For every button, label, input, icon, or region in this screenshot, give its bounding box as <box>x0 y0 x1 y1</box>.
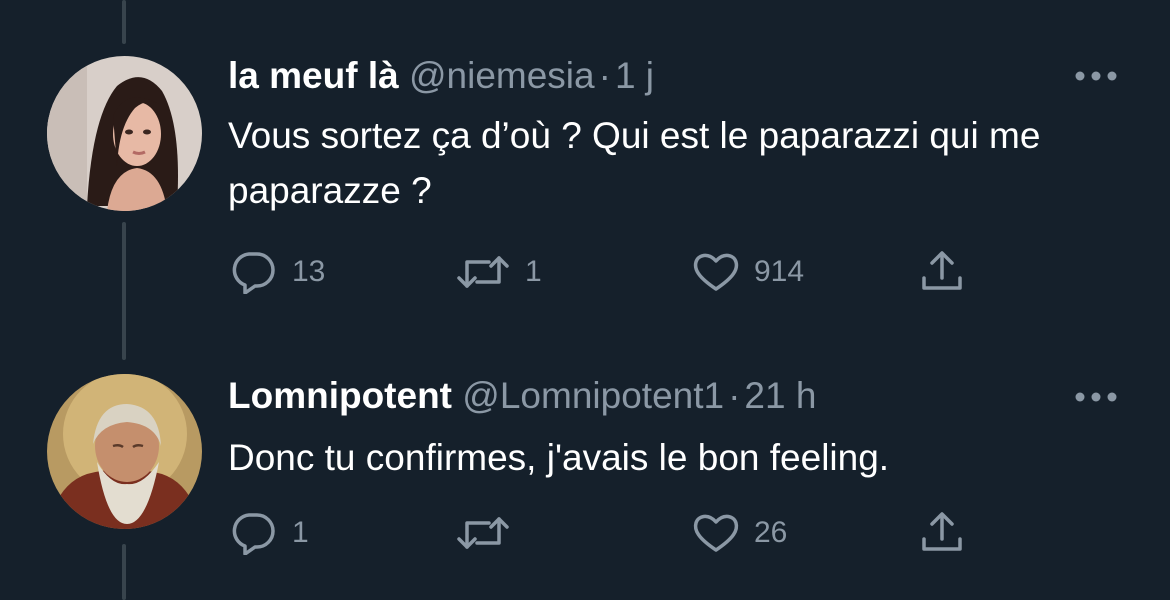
like-count: 26 <box>754 516 788 549</box>
reply-count: 1 <box>292 516 309 549</box>
action-bar: 1 26 <box>0 508 1170 558</box>
display-name[interactable]: Lomnipotent <box>228 375 452 416</box>
tweet[interactable]: la meuf là @niemesia · 1 j Vous sortez ça … <box>0 0 1170 330</box>
share-button[interactable] <box>918 247 966 297</box>
retweet-icon <box>457 256 509 288</box>
avatar-image <box>47 56 202 211</box>
like-button[interactable]: 26 <box>692 508 787 558</box>
share-icon <box>922 512 962 551</box>
tweet-header: Lomnipotent @Lomnipotent1 · 21 h <box>228 374 816 418</box>
tweet-header: la meuf là @niemesia · 1 j <box>228 54 654 98</box>
reply-button[interactable]: 13 <box>228 247 325 297</box>
retweet-count: 1 <box>525 255 542 288</box>
display-name[interactable]: la meuf là <box>228 55 399 96</box>
like-icon <box>693 514 739 552</box>
avatar[interactable] <box>47 374 202 529</box>
reply-icon <box>232 252 275 294</box>
tweet-text: Vous sortez ça d’où ? Qui est le paparaz… <box>228 115 1041 211</box>
tweet[interactable]: Lomnipotent @Lomnipotent1 · 21 h Donc tu c… <box>0 330 1170 600</box>
tweet-text: Donc tu confirmes, j'avais le bon feelin… <box>228 437 890 478</box>
more-icon <box>1075 392 1117 402</box>
avatar[interactable] <box>47 56 202 211</box>
separator-dot: · <box>728 375 741 416</box>
like-button[interactable]: 914 <box>692 247 804 297</box>
handle[interactable]: @niemesia <box>409 55 595 96</box>
timeline: la meuf là @niemesia · 1 j Vous sortez ça … <box>0 0 1170 600</box>
retweet-button[interactable] <box>455 508 525 558</box>
action-bar: 13 1 914 <box>0 247 1170 297</box>
avatar-image <box>47 374 202 529</box>
share-icon <box>922 251 962 290</box>
handle[interactable]: @Lomnipotent1 <box>462 375 724 416</box>
reply-count: 13 <box>292 255 326 288</box>
reply-icon <box>232 513 275 555</box>
timestamp[interactable]: 21 h <box>744 375 816 416</box>
more-options-button[interactable] <box>1072 387 1120 407</box>
like-icon <box>693 253 739 291</box>
retweet-button[interactable]: 1 <box>455 247 542 297</box>
retweet-icon <box>457 517 509 549</box>
share-button[interactable] <box>918 508 966 558</box>
timestamp[interactable]: 1 j <box>615 55 654 96</box>
more-icon <box>1075 71 1117 81</box>
separator-dot: · <box>598 55 611 96</box>
reply-button[interactable]: 1 <box>228 508 309 558</box>
like-count: 914 <box>754 255 805 288</box>
more-options-button[interactable] <box>1072 66 1120 86</box>
